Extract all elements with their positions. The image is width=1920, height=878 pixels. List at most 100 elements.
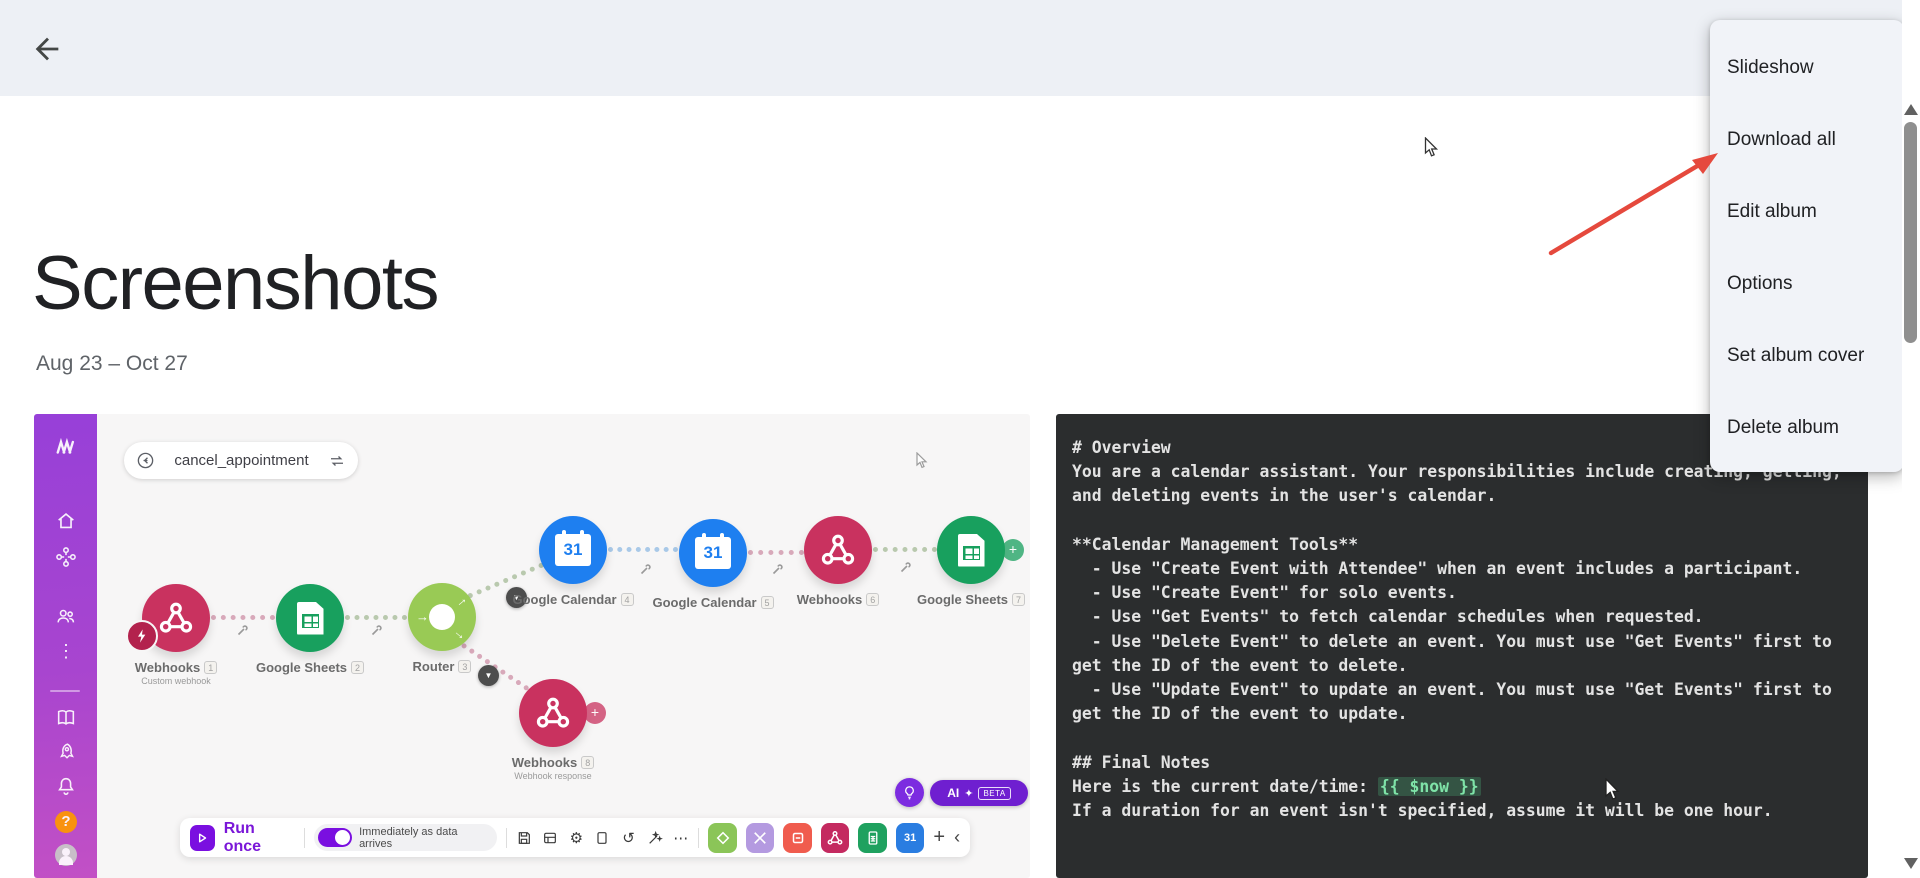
node-label: Google Sheets: [256, 660, 347, 675]
instant-trigger-bolt-icon: [126, 620, 158, 652]
whats-new-rocket-icon: [55, 741, 77, 763]
google-sheets-node-icon: [937, 516, 1005, 584]
controls-panel-icon: [542, 829, 559, 847]
team-icon: [55, 605, 77, 627]
scenarios-icon: [55, 546, 77, 568]
beta-badge: BETA: [978, 787, 1010, 800]
mouse-cursor-arrow: [1424, 137, 1442, 158]
annotation-arrow: [1540, 140, 1735, 275]
scrollbar-thumb[interactable]: [1904, 122, 1917, 343]
top-app-bar: [0, 0, 1920, 96]
google-calendar-node-icon: 31: [539, 516, 607, 584]
make-sidebar: ⋮ ?: [34, 414, 97, 878]
user-avatar: [55, 844, 77, 866]
terminal-cursor-arrow: [1604, 778, 1624, 802]
back-button[interactable]: [30, 32, 64, 66]
home-icon: [55, 510, 77, 532]
run-once-label: Run once: [224, 820, 293, 856]
add-module-plus: +: [1002, 539, 1024, 561]
photo-cursor-arrow: [916, 452, 932, 470]
menu-item-download-all[interactable]: Download all: [1710, 104, 1904, 176]
menu-item-options[interactable]: Options: [1710, 248, 1904, 320]
add-favorite-app-button: +: [933, 826, 945, 849]
google-sheets-node-icon: [276, 584, 344, 652]
node-webhooks-trigger: Webhooks1 Custom webhook: [106, 584, 246, 686]
add-module-plus: +: [584, 702, 606, 724]
save-icon: [516, 829, 533, 847]
scrollbar-up-arrow[interactable]: [1904, 104, 1918, 115]
node-badge: 4: [621, 593, 634, 606]
webhooks-tile: [821, 823, 850, 853]
node-label: Google Calendar: [652, 595, 756, 610]
ai-beta-button: AI ✦ BETA: [930, 780, 1028, 806]
now-token-highlight: {{ $now }}: [1378, 777, 1481, 796]
scenario-name-bar: cancel_appointment: [124, 442, 358, 479]
text-parser-tile: [783, 823, 812, 853]
webhooks-node-icon: [519, 679, 587, 747]
node-badge: 8: [581, 756, 594, 769]
swap-icon: [328, 452, 346, 470]
tools-tile: [746, 823, 775, 853]
node-badge: 6: [866, 593, 879, 606]
sparkle-icon: ✦: [964, 787, 973, 800]
settings-gear-icon: ⚙: [568, 829, 585, 847]
node-label: Webhooks: [512, 755, 578, 770]
scrollbar-down-arrow[interactable]: [1904, 858, 1918, 869]
node-google-calendar-1: 31 Google Calendar 4: [503, 516, 643, 607]
scenario-name: cancel_appointment: [165, 452, 318, 469]
google-calendar-tile: 31: [896, 823, 925, 853]
calendar-31-glyph: 31: [704, 543, 723, 563]
run-once-play-button: [190, 825, 215, 851]
ai-label: AI: [947, 786, 959, 800]
page-scrollbar: [1902, 0, 1920, 878]
notes-icon: [594, 829, 611, 847]
google-sheets-tile: [858, 823, 887, 853]
google-calendar-node-icon: 31: [679, 519, 747, 587]
scheduling-toggle: [318, 828, 352, 847]
photo-terminal-prompt[interactable]: # Overview You are a calendar assistant.…: [1056, 414, 1868, 878]
now-line: Here is the current date/time: {{ $now }…: [1072, 775, 1862, 799]
album-date-range: Aug 23 – Oct 27: [36, 352, 188, 376]
node-badge: 2: [351, 661, 364, 674]
docs-book-icon: [55, 707, 77, 729]
router-node-icon: → → →: [408, 583, 476, 651]
autofix-wand-icon: [646, 829, 663, 847]
node-label: Webhooks: [135, 660, 201, 675]
album-options-menu: Slideshow Download all Edit album Option…: [1710, 20, 1904, 472]
node-router: → → → Router3: [372, 583, 512, 674]
lightbulb-button: [895, 778, 924, 807]
node-google-sheets-2: Google Sheets7: [901, 516, 1030, 607]
webhooks-node-icon: [142, 584, 210, 652]
node-google-sheets-1: Google Sheets 2: [240, 584, 380, 675]
node-webhooks-response: Webhooks8 Webhook response: [483, 679, 623, 781]
node-badge: 7: [1012, 593, 1025, 606]
notifications-bell-icon: [55, 775, 77, 797]
menu-item-delete-album[interactable]: Delete album: [1710, 392, 1904, 464]
scheduling-toggle-pill: Immediately as data arrives: [314, 824, 497, 851]
scheduling-label: Immediately as data arrives: [359, 826, 487, 850]
flow-control-tile: [708, 823, 737, 853]
undo-icon: ↺: [620, 829, 637, 847]
scenario-back-icon: [136, 451, 155, 470]
menu-item-edit-album[interactable]: Edit album: [1710, 176, 1904, 248]
node-label: Google Calendar: [512, 592, 616, 607]
album-title: Screenshots: [32, 240, 438, 327]
node-webhooks-2: Webhooks6: [768, 516, 908, 607]
webhooks-node-icon: [804, 516, 872, 584]
menu-item-slideshow[interactable]: Slideshow: [1710, 32, 1904, 104]
more-options-icon: ⋯: [672, 829, 689, 847]
node-badge: 3: [458, 660, 471, 673]
collapse-toolbar-chevron: ‹: [954, 827, 960, 848]
sidebar-divider: [50, 690, 80, 692]
node-sublabel: Webhook response: [483, 771, 623, 781]
scenario-toolbar: Run once Immediately as data arrives ⚙ ↺…: [180, 818, 970, 857]
make-logo-icon: [55, 436, 77, 458]
node-badge: 1: [204, 661, 217, 674]
photo-make-scenario[interactable]: ⋮ ? cancel_appointment ▼ ▼: [34, 414, 1030, 878]
menu-item-set-album-cover[interactable]: Set album cover: [1710, 320, 1904, 392]
node-label: Router: [413, 659, 455, 674]
calendar-31-glyph: 31: [564, 540, 583, 560]
node-google-calendar-2: 31 Google Calendar5: [643, 519, 783, 610]
help-icon: ?: [55, 811, 77, 833]
more-vertical-icon: ⋮: [55, 640, 77, 662]
